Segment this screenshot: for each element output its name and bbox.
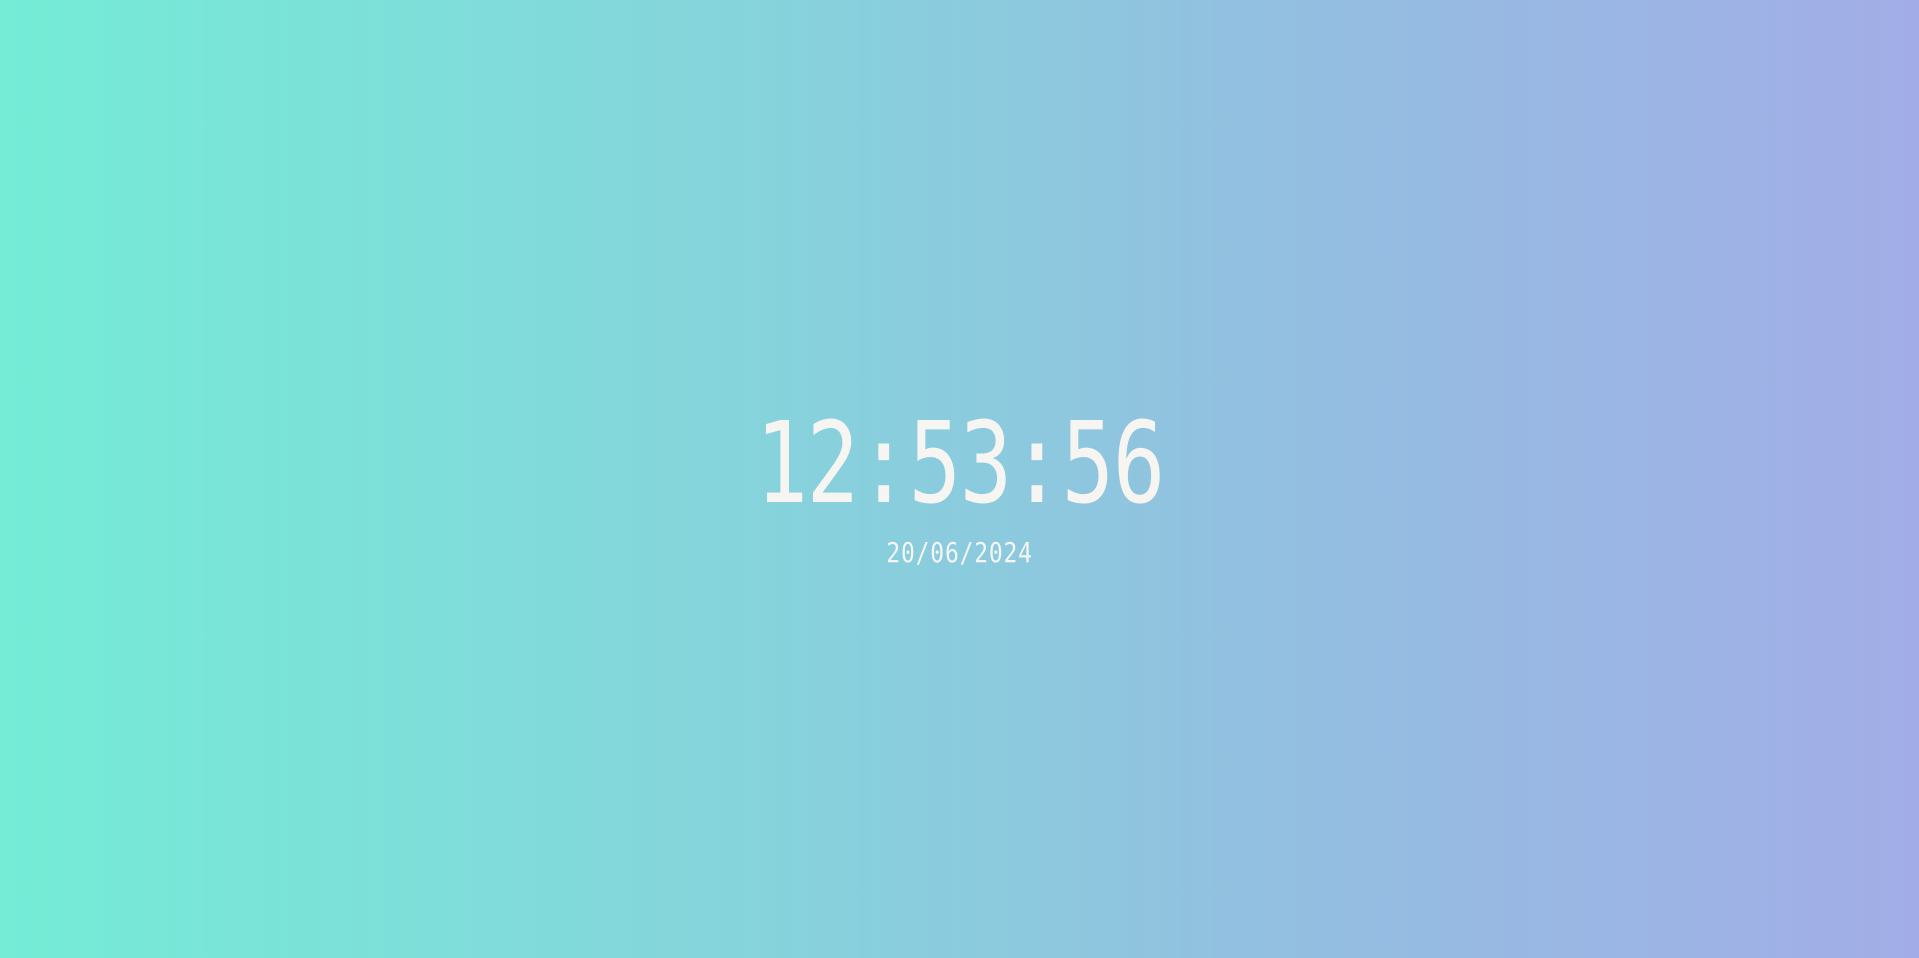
clock-time: 12:53:56 (755, 399, 1165, 529)
clock-display: 12:53:56 20/06/2024 (0, 0, 1919, 958)
clock-date: 20/06/2024 (886, 536, 1033, 569)
